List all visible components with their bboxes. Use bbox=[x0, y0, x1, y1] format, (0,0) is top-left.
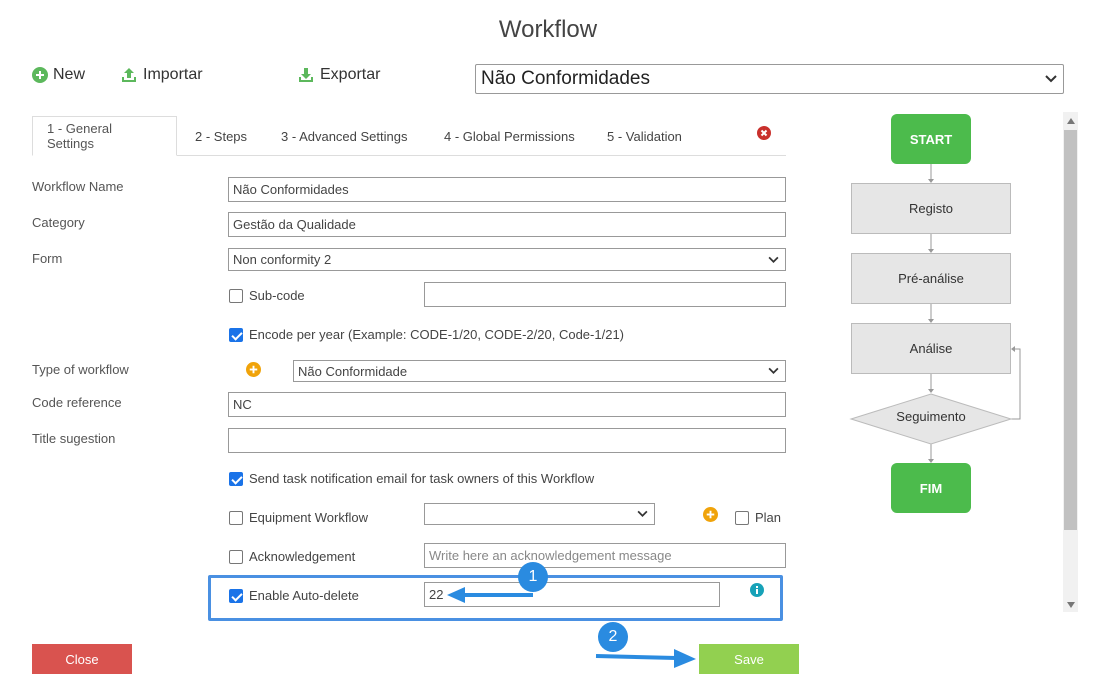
scrollbar-thumb[interactable] bbox=[1064, 130, 1077, 530]
arrow-right-icon bbox=[595, 649, 696, 668]
code-reference-input[interactable]: NC bbox=[228, 392, 786, 417]
category-input[interactable]: Gestão da Qualidade bbox=[228, 212, 786, 237]
auto-delete-label: Enable Auto-delete bbox=[249, 588, 359, 603]
workflow-select-value: Não Conformidades bbox=[481, 68, 650, 89]
chevron-down-icon bbox=[1045, 75, 1057, 83]
scroll-down-icon[interactable] bbox=[1067, 602, 1075, 608]
title-suggestion-input[interactable] bbox=[228, 428, 786, 453]
acknowledgement-checkbox[interactable] bbox=[229, 549, 243, 564]
subcode-checkbox[interactable] bbox=[229, 288, 243, 303]
info-icon[interactable] bbox=[750, 583, 764, 597]
encode-per-year-checkbox[interactable] bbox=[229, 327, 243, 342]
add-type-icon[interactable] bbox=[246, 362, 261, 377]
title-suggestion-label: Title sugestion bbox=[32, 431, 116, 446]
export-label: Exportar bbox=[320, 66, 381, 83]
type-of-workflow-value: Não Conformidade bbox=[298, 363, 408, 379]
annotation-badge-1: 1 bbox=[518, 562, 548, 592]
send-notification-row: Send task notification email for task ow… bbox=[229, 471, 594, 486]
flow-node-seguimento[interactable]: Seguimento bbox=[871, 409, 991, 424]
upload-icon bbox=[122, 68, 136, 82]
page-title: Workflow bbox=[498, 16, 598, 43]
encode-per-year-row: Encode per year (Example: CODE-1/20, COD… bbox=[229, 327, 624, 342]
acknowledgement-label: Acknowledgement bbox=[249, 549, 356, 564]
form-select-value: Non conformity 2 bbox=[233, 252, 332, 267]
equipment-workflow-checkbox[interactable] bbox=[229, 510, 243, 525]
new-label: New bbox=[53, 66, 86, 83]
export-button[interactable]: Exportar bbox=[297, 66, 380, 84]
flow-node-analise[interactable]: Análise bbox=[851, 323, 1011, 374]
category-label: Category bbox=[32, 215, 85, 230]
chevron-down-icon bbox=[768, 367, 779, 374]
import-button[interactable]: Importar bbox=[120, 66, 203, 84]
plus-circle-icon bbox=[32, 67, 48, 83]
send-notification-checkbox[interactable] bbox=[229, 471, 243, 486]
chevron-down-icon bbox=[768, 256, 779, 263]
plan-row: Plan bbox=[735, 510, 781, 525]
workflow-name-label: Workflow Name bbox=[32, 179, 124, 194]
subcode-input[interactable] bbox=[424, 282, 786, 307]
chevron-down-icon bbox=[637, 510, 648, 517]
type-of-workflow-label: Type of workflow bbox=[32, 362, 129, 377]
add-equipment-icon[interactable] bbox=[703, 507, 718, 522]
scroll-up-icon[interactable] bbox=[1067, 118, 1075, 124]
equipment-workflow-row: Equipment Workflow bbox=[229, 510, 368, 525]
flow-node-pre-analise[interactable]: Pré-análise bbox=[851, 253, 1011, 304]
equipment-workflow-select[interactable] bbox=[424, 503, 655, 525]
flowchart-connectors bbox=[849, 163, 1021, 463]
tab-global-permissions[interactable]: 4 - Global Permissions bbox=[444, 116, 575, 156]
tab-validation[interactable]: 5 - Validation bbox=[607, 116, 682, 156]
tab-general-settings[interactable]: 1 - General Settings bbox=[32, 116, 177, 156]
plan-label: Plan bbox=[755, 510, 782, 525]
workflow-select[interactable]: Não Conformidades bbox=[475, 64, 1064, 94]
subcode-row: Sub-code bbox=[229, 288, 305, 303]
acknowledgement-input[interactable]: Write here an acknowledgement message bbox=[424, 543, 786, 568]
close-button[interactable]: Close bbox=[32, 644, 132, 674]
download-icon bbox=[299, 68, 313, 82]
encode-per-year-label: Encode per year (Example: CODE-1/20, COD… bbox=[249, 327, 625, 342]
equipment-workflow-label: Equipment Workflow bbox=[249, 510, 368, 525]
flow-node-fim[interactable]: FIM bbox=[891, 463, 971, 513]
flow-node-start[interactable]: START bbox=[891, 114, 971, 164]
flow-node-registo[interactable]: Registo bbox=[851, 183, 1011, 234]
plan-checkbox[interactable] bbox=[735, 510, 749, 525]
auto-delete-row: Enable Auto-delete bbox=[229, 588, 359, 603]
code-reference-label: Code reference bbox=[32, 395, 122, 410]
auto-delete-checkbox[interactable] bbox=[229, 588, 243, 603]
type-of-workflow-select[interactable]: Não Conformidade bbox=[293, 360, 786, 382]
save-button[interactable]: Save bbox=[699, 644, 799, 674]
import-label: Importar bbox=[143, 66, 203, 83]
new-button[interactable]: New bbox=[32, 66, 85, 84]
workflow-name-input[interactable]: Não Conformidades bbox=[228, 177, 786, 202]
tab-advanced-settings[interactable]: 3 - Advanced Settings bbox=[281, 116, 407, 156]
send-notification-label: Send task notification email for task ow… bbox=[249, 471, 595, 486]
acknowledgement-row: Acknowledgement bbox=[229, 549, 355, 564]
tab-steps[interactable]: 2 - Steps bbox=[195, 116, 247, 156]
arrow-left-icon bbox=[447, 587, 533, 603]
form-label: Form bbox=[32, 251, 63, 266]
form-select[interactable]: Non conformity 2 bbox=[228, 248, 786, 271]
subcode-label: Sub-code bbox=[249, 288, 305, 303]
close-circle-icon[interactable] bbox=[757, 126, 771, 140]
